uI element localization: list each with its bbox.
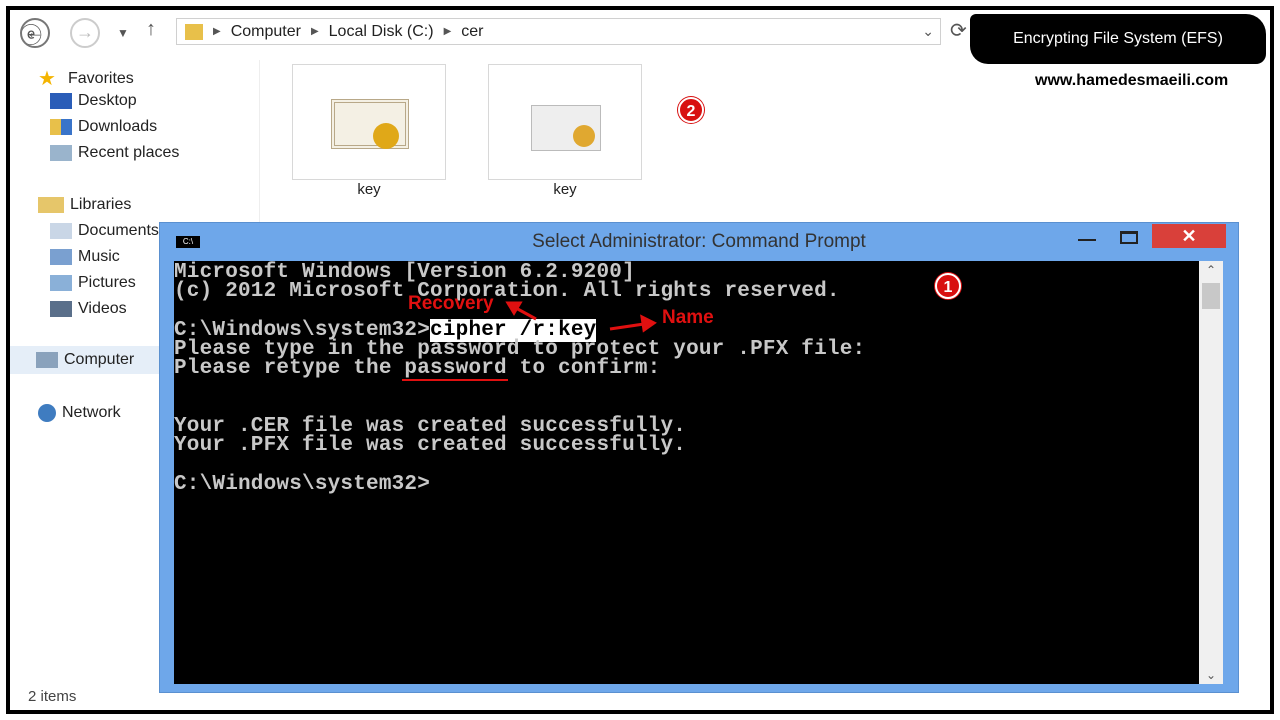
sidebar-item-pictures[interactable]: Pictures (50, 274, 136, 292)
up-button[interactable]: ↑ (146, 18, 156, 41)
step-badge-1: 1 (935, 273, 961, 299)
arrowhead (640, 314, 657, 333)
scroll-down-icon[interactable]: ⌄ (1199, 668, 1223, 682)
sidebar-libraries[interactable]: Libraries (38, 196, 131, 214)
close-button[interactable]: ✕ (1152, 224, 1226, 248)
label: Desktop (78, 92, 137, 109)
window-title: Select Administrator: Command Prompt (532, 231, 866, 252)
computer-icon (36, 352, 58, 368)
label: Music (78, 248, 120, 265)
star-icon: ★ (38, 68, 56, 90)
sidebar-item-documents[interactable]: Documents (50, 222, 159, 240)
chevron-right-icon: ▶ (213, 26, 221, 37)
downloads-icon (50, 119, 72, 135)
file-tile-certificate[interactable] (292, 64, 446, 180)
label: Network (62, 404, 121, 421)
file-tile-pfx[interactable] (488, 64, 642, 180)
music-icon (50, 249, 72, 265)
label: Libraries (70, 196, 132, 213)
console-line: C:\Windows\system32> (174, 473, 431, 496)
key-icon (573, 125, 595, 147)
scroll-thumb[interactable] (1202, 283, 1220, 309)
arrow-to-name (609, 322, 645, 331)
refresh-icon[interactable]: ⟳ (950, 18, 967, 43)
sidebar-item-desktop[interactable]: Desktop (50, 92, 137, 110)
label: Favorites (68, 69, 134, 87)
videos-icon (50, 301, 72, 317)
sidebar-item-videos[interactable]: Videos (50, 300, 127, 318)
status-item-count: 2 items (28, 688, 77, 705)
sidebar-item-recent-places[interactable]: Recent places (50, 144, 179, 162)
folder-icon (185, 23, 203, 40)
sidebar-favorites[interactable]: ★ Favorites (38, 66, 134, 91)
label: Pictures (78, 274, 136, 291)
documents-icon (50, 223, 72, 239)
breadcrumb-local-disk[interactable]: Local Disk (C:) (329, 23, 434, 41)
seal-icon (373, 123, 399, 149)
label: Downloads (78, 118, 158, 135)
label: Recent places (78, 144, 180, 161)
chevron-right-icon: ▶ (443, 26, 452, 37)
arrowhead (505, 301, 523, 316)
console-line: Your .PFX file was created successfully. (174, 434, 687, 457)
file-name[interactable]: key (292, 181, 446, 198)
back-arrow-icon[interactable]: ← (20, 18, 50, 48)
website-watermark: www.hamedesmaeili.com (1035, 72, 1229, 89)
minimize-button[interactable] (1078, 239, 1096, 241)
breadcrumb-cer[interactable]: cer (461, 23, 483, 41)
label: Videos (78, 300, 127, 317)
step-badge-2: 2 (678, 97, 704, 123)
maximize-button[interactable] (1120, 231, 1138, 244)
file-name[interactable]: key (488, 181, 642, 198)
efs-title-banner: Encrypting File System (EFS) (970, 14, 1266, 64)
address-bar[interactable]: ▶ Computer ▶ Local Disk (C:) ▶ cer ⌄ (176, 18, 941, 45)
command-prompt-window[interactable]: C:\ Select Administrator: Command Prompt… (159, 222, 1239, 693)
recent-dropdown-icon[interactable]: ▼ (117, 26, 129, 40)
libraries-icon (38, 197, 64, 213)
console-scrollbar[interactable]: ⌃ ⌄ (1199, 261, 1223, 684)
sidebar-item-music[interactable]: Music (50, 248, 120, 266)
desktop-icon (50, 93, 72, 109)
network-icon (38, 404, 56, 422)
console-output[interactable]: Microsoft Windows [Version 6.2.9200] (c)… (174, 261, 1199, 684)
annotation-arrows (505, 301, 657, 333)
breadcrumb-computer[interactable]: Computer (231, 23, 301, 41)
address-dropdown-icon[interactable]: ⌄ (922, 23, 934, 40)
label: Documents (78, 222, 159, 239)
sidebar-item-downloads[interactable]: Downloads (50, 118, 157, 136)
label: Computer (64, 351, 135, 368)
recent-places-icon (50, 145, 72, 161)
chevron-right-icon: ▶ (310, 26, 319, 37)
sidebar-network[interactable]: Network (38, 404, 121, 422)
sidebar-computer[interactable]: Computer (10, 346, 160, 374)
pictures-icon (50, 275, 72, 291)
scroll-up-icon[interactable]: ⌃ (1199, 263, 1223, 277)
forward-button[interactable]: → (70, 18, 100, 48)
